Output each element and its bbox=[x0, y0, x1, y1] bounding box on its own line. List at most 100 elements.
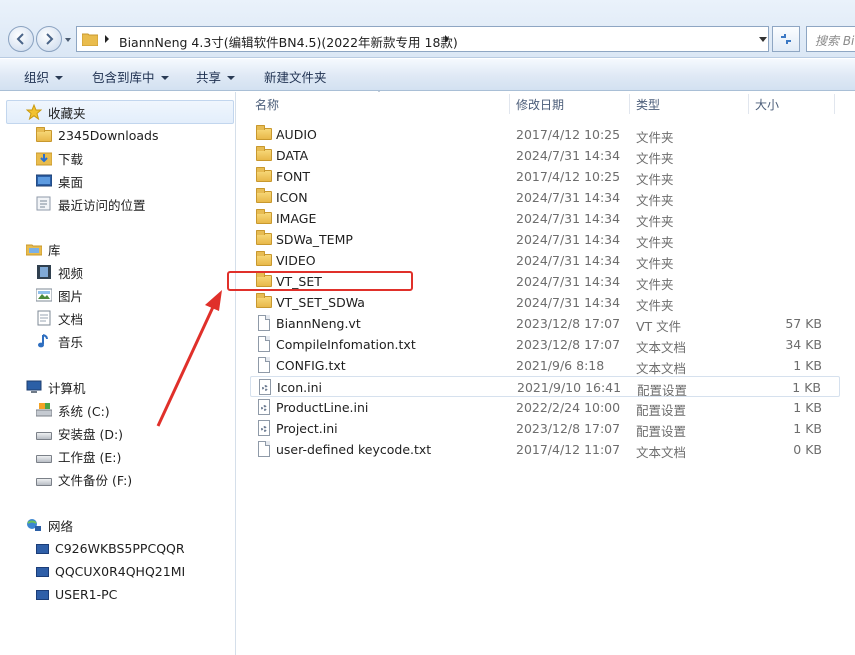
nav-item-label: 安装盘 (D:) bbox=[58, 426, 124, 442]
column-type[interactable]: 类型 bbox=[636, 96, 660, 113]
column-divider[interactable] bbox=[509, 94, 510, 114]
nav-item-desktop[interactable]: 桌面 bbox=[35, 170, 83, 192]
file-row[interactable]: VIDEO 2024/7/31 14:34 文件夹 bbox=[250, 250, 840, 271]
recent-pages-dropdown-icon[interactable] bbox=[64, 36, 72, 44]
folder-icon bbox=[256, 125, 272, 142]
drive-icon bbox=[36, 478, 52, 486]
refresh-button[interactable] bbox=[772, 26, 800, 52]
nav-item-label: 图片 bbox=[58, 288, 84, 304]
file-date: 2023/12/8 17:07 bbox=[516, 316, 621, 331]
new-folder-button[interactable]: 新建文件夹 bbox=[264, 67, 327, 86]
folder-icon bbox=[256, 167, 272, 184]
ini-icon bbox=[257, 379, 273, 395]
forward-button[interactable] bbox=[36, 26, 62, 52]
breadcrumb-current-folder[interactable]: BiannNeng 4.3寸(编辑软件BN4.5)(2022年新款专用 18款) bbox=[119, 32, 458, 51]
computer-icon bbox=[26, 379, 42, 395]
address-box[interactable]: BiannNeng 4.3寸(编辑软件BN4.5)(2022年新款专用 18款) bbox=[76, 26, 769, 52]
file-row[interactable]: CONFIG.txt 2021/9/6 8:18 文本文档 1 KB bbox=[250, 355, 840, 376]
nav-item-music[interactable]: 音乐 bbox=[36, 330, 83, 352]
file-type: 文件夹 bbox=[636, 193, 674, 208]
nav-drive-c[interactable]: 系统 (C:) bbox=[35, 399, 110, 421]
dropdown-arrow-icon bbox=[160, 76, 169, 80]
address-history-dropdown-icon[interactable] bbox=[759, 37, 767, 43]
file-row[interactable]: ProductLine.ini 2022/2/24 10:00 配置设置 1 KB bbox=[250, 397, 840, 418]
folder-icon bbox=[82, 33, 98, 46]
nav-network-computer[interactable]: USER1-PC bbox=[36, 583, 117, 605]
nav-item-label: 工作盘 (E:) bbox=[58, 449, 122, 465]
nav-item-label: 音乐 bbox=[58, 334, 84, 350]
column-name[interactable]: 名称 bbox=[255, 96, 279, 113]
include-library-menu[interactable]: 包含到库中 bbox=[92, 67, 169, 86]
file-row[interactable]: VT_SET_SDWa 2024/7/31 14:34 文件夹 bbox=[250, 292, 840, 313]
share-menu[interactable]: 共享 bbox=[196, 67, 236, 86]
breadcrumb-chevron-icon[interactable] bbox=[103, 34, 111, 44]
nav-item-downloads[interactable]: 下载 bbox=[35, 147, 84, 169]
file-row[interactable]: SDWa_TEMP 2024/7/31 14:34 文件夹 bbox=[250, 229, 840, 250]
nav-item-documents[interactable]: 文档 bbox=[36, 307, 83, 329]
column-divider[interactable] bbox=[834, 94, 835, 114]
file-date: 2024/7/31 14:34 bbox=[516, 274, 621, 289]
file-row[interactable]: IMAGE 2024/7/31 14:34 文件夹 bbox=[250, 208, 840, 229]
forward-arrow-icon bbox=[46, 33, 54, 45]
file-row[interactable]: CompileInfomation.txt 2023/12/8 17:07 文本文档… bbox=[250, 334, 840, 355]
nav-item-label: 2345Downloads bbox=[58, 127, 159, 143]
nav-item-videos[interactable]: 视频 bbox=[36, 261, 83, 283]
file-date: 2023/12/8 17:07 bbox=[516, 337, 621, 352]
nav-favorites[interactable]: 收藏夹 bbox=[25, 101, 86, 123]
nav-network[interactable]: 网络 bbox=[26, 514, 73, 536]
file-row[interactable]: AUDIO 2017/4/12 10:25 文件夹 bbox=[250, 124, 840, 145]
nav-item-label: 下载 bbox=[58, 151, 84, 167]
back-button[interactable] bbox=[8, 26, 34, 52]
network-icon bbox=[26, 517, 42, 533]
folder-icon bbox=[256, 188, 272, 205]
file-name: SDWa_TEMP bbox=[276, 232, 353, 247]
file-date: 2017/4/12 10:25 bbox=[516, 169, 621, 184]
nav-item-recent-places[interactable]: 最近访问的位置 bbox=[36, 193, 146, 215]
column-size[interactable]: 大小 bbox=[755, 96, 779, 113]
breadcrumb-chevron-icon[interactable] bbox=[443, 34, 451, 44]
file-date: 2024/7/31 14:34 bbox=[516, 232, 621, 247]
column-divider[interactable] bbox=[629, 94, 630, 114]
file-date: 2017/4/12 11:07 bbox=[516, 442, 621, 457]
file-type: 文件夹 bbox=[636, 277, 674, 292]
organize-menu[interactable]: 组织 bbox=[24, 67, 64, 86]
downloads-folder-icon bbox=[35, 150, 53, 166]
file-name: CompileInfomation.txt bbox=[276, 337, 416, 352]
nav-item-2345downloads[interactable]: 2345Downloads bbox=[36, 124, 158, 146]
file-name: VIDEO bbox=[276, 253, 316, 268]
music-note-icon bbox=[36, 333, 52, 349]
file-row[interactable]: DATA 2024/7/31 14:34 文件夹 bbox=[250, 145, 840, 166]
file-row[interactable]: BiannNeng.vt 2023/12/8 17:07 VT 文件 57 KB bbox=[250, 313, 840, 334]
nav-libraries[interactable]: 库 bbox=[25, 238, 61, 260]
file-name: Icon.ini bbox=[277, 380, 322, 395]
file-type: 文本文档 bbox=[636, 340, 687, 355]
column-divider[interactable] bbox=[748, 94, 749, 114]
file-date: 2024/7/31 14:34 bbox=[516, 253, 621, 268]
file-type: 文本文档 bbox=[636, 445, 687, 460]
file-type: VT 文件 bbox=[636, 319, 682, 334]
file-name: DATA bbox=[276, 148, 309, 163]
file-size: 1 KB bbox=[792, 380, 821, 395]
nav-libraries-label: 库 bbox=[48, 242, 61, 258]
column-date-modified[interactable]: 修改日期 bbox=[516, 96, 564, 113]
file-row[interactable]: user-defined keycode.txt 2017/4/12 11:07 文… bbox=[250, 439, 840, 460]
file-row[interactable]: ICON 2024/7/31 14:34 文件夹 bbox=[250, 187, 840, 208]
nav-drive-f[interactable]: 文件备份 (F:) bbox=[36, 468, 132, 490]
nav-computer[interactable]: 计算机 bbox=[26, 376, 86, 398]
nav-item-pictures[interactable]: 图片 bbox=[35, 284, 84, 306]
nav-network-computer[interactable]: QQCUX0R4QHQ21MI bbox=[36, 560, 185, 582]
file-icon bbox=[256, 315, 272, 331]
file-row[interactable]: Project.ini 2023/12/8 17:07 配置设置 1 KB bbox=[250, 418, 840, 439]
folder-icon bbox=[256, 293, 272, 310]
nav-drive-e[interactable]: 工作盘 (E:) bbox=[36, 445, 121, 467]
file-type: 文件夹 bbox=[636, 130, 674, 145]
nav-drive-d[interactable]: 安装盘 (D:) bbox=[36, 422, 123, 444]
picture-icon bbox=[35, 287, 53, 303]
file-date: 2017/4/12 10:25 bbox=[516, 127, 621, 142]
nav-network-computer[interactable]: C926WKBS5PPCQQR bbox=[36, 537, 185, 559]
nav-item-label: 视频 bbox=[58, 265, 84, 281]
search-input[interactable]: 搜索 Bi bbox=[806, 26, 855, 52]
file-type: 配置设置 bbox=[636, 424, 687, 439]
file-row[interactable]: Icon.ini 2021/9/10 16:41 配置设置 1 KB bbox=[250, 376, 840, 398]
file-row[interactable]: FONT 2017/4/12 10:25 文件夹 bbox=[250, 166, 840, 187]
